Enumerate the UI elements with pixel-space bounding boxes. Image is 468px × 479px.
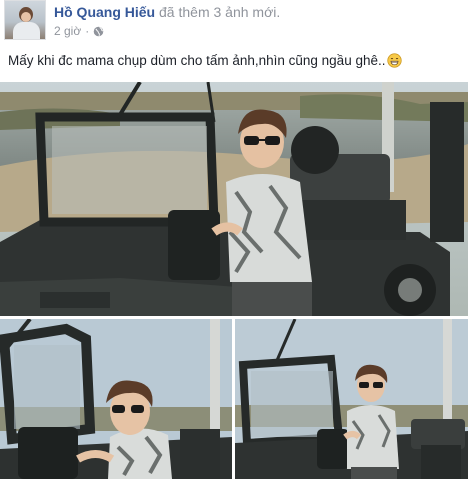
author-name-link[interactable]: Hồ Quang Hiếu <box>54 4 155 20</box>
meta-separator: · <box>85 24 90 38</box>
caption-text: Mấy khi đc mama chụp dùm cho tấm ảnh,nhì… <box>8 53 386 68</box>
avatar-body <box>13 22 40 39</box>
jeep-photo-right-image <box>235 319 468 479</box>
post-photo-right[interactable] <box>235 319 468 479</box>
post-caption: Mấy khi đc mama chụp dùm cho tấm ảnh,nhì… <box>8 53 403 68</box>
post-title-line: Hồ Quang Hiếu đã thêm 3 ảnh mới. <box>54 4 280 20</box>
post-header: Hồ Quang Hiếu đã thêm 3 ảnh mới. 2 giờ · <box>0 0 468 44</box>
jeep-photo-main-image <box>0 82 468 316</box>
post-action-text: đã thêm 3 ảnh mới. <box>159 4 281 20</box>
post-photo-main[interactable] <box>0 82 468 316</box>
avatar-face <box>21 12 31 22</box>
grinning-face-emoji-icon <box>387 53 403 68</box>
post-timestamp[interactable]: 2 giờ <box>54 24 81 38</box>
globe-icon[interactable] <box>93 26 104 37</box>
author-avatar[interactable] <box>4 0 46 40</box>
jeep-photo-left-image <box>0 319 232 479</box>
post-photo-left[interactable] <box>0 319 232 479</box>
post-meta: 2 giờ · <box>54 24 104 38</box>
